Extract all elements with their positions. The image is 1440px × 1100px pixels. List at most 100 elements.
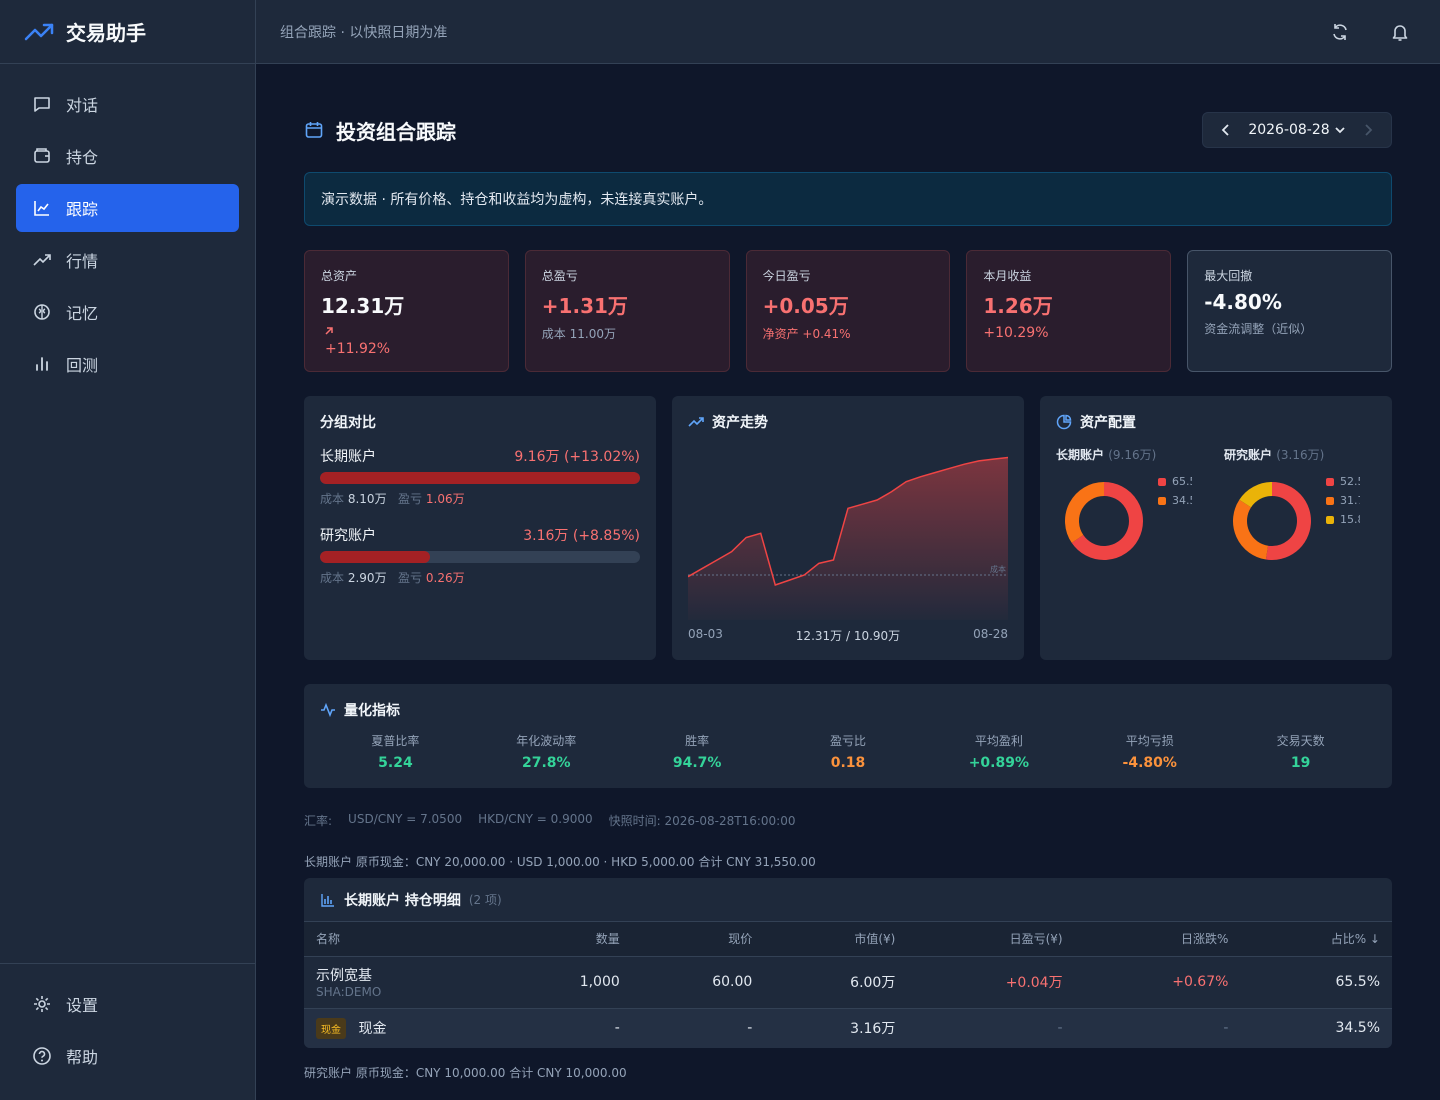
chart-footer: 08-03 12.31万 / 10.90万 08-28 xyxy=(688,627,1008,644)
refresh-icon[interactable] xyxy=(1330,22,1350,42)
column-header[interactable]: 现价 xyxy=(631,922,765,957)
nav-label: 跟踪 xyxy=(66,200,99,219)
date-select[interactable]: 2026-08-28 xyxy=(1248,122,1345,138)
bar-chart-icon xyxy=(36,357,48,371)
holding-day-pnl: +0.04万 xyxy=(907,956,1075,1009)
donut-slice[interactable] xyxy=(1233,499,1269,560)
metric-label: 夏普比率 xyxy=(371,734,420,748)
group-value: 3.16万 (+8.85%) xyxy=(523,528,640,544)
fx-rates: 汇率: USD/CNY = 7.0500 HKD/CNY = 0.9000 快照… xyxy=(304,812,1392,829)
panel-title: 资产配置 xyxy=(1056,412,1376,432)
holdings-header: 长期账户 持仓明细 (2 项) xyxy=(304,878,1392,922)
arrow-up-right-icon xyxy=(325,327,333,335)
group-name: 长期账户 xyxy=(320,449,376,465)
legend-item: 52.5% xyxy=(1326,475,1360,488)
panel-row: 分组对比 长期账户 9.16万 (+13.02%) 成本 8.10万 盈亏 1.… xyxy=(304,396,1392,660)
nav-item-tracking[interactable]: 跟踪 xyxy=(16,184,239,232)
metric-label: 年化波动率 xyxy=(516,734,577,748)
nav-item-memory[interactable]: 记忆 xyxy=(16,288,239,336)
metric-item: 平均盈利 +0.89% xyxy=(923,732,1074,771)
donut-slice[interactable] xyxy=(1065,482,1105,543)
holding-day-pct: +0.67% xyxy=(1074,956,1241,1009)
holdings-table: 名称 数量 现价 市值(¥) 日盈亏(¥) 日涨跌% 占比% ↓ 示例宽基 SH… xyxy=(304,922,1392,1048)
metric-label: 盈亏比 xyxy=(830,734,867,748)
panel-title-text: 资产走势 xyxy=(712,415,768,431)
holding-value: 3.16万 xyxy=(764,1008,908,1048)
chevron-left-icon[interactable] xyxy=(1219,123,1233,137)
metric-value: 5.24 xyxy=(378,755,413,771)
panel-title-text: 量化指标 xyxy=(344,703,400,719)
metric-item: 平均亏损 -4.80% xyxy=(1074,732,1225,771)
metric-value: 27.8% xyxy=(522,755,571,771)
nav-item-help[interactable]: 帮助 xyxy=(16,1032,239,1080)
stat-change: +11.92% xyxy=(321,325,492,357)
column-header[interactable]: 日盈亏(¥) xyxy=(907,922,1075,957)
legend-swatch xyxy=(1326,478,1334,486)
line-chart-icon xyxy=(34,201,49,216)
trending-up-icon xyxy=(33,254,51,266)
account-name: 研究账户 xyxy=(1224,448,1273,462)
metric-value: -4.80% xyxy=(1122,755,1177,771)
column-header[interactable]: 市值(¥) xyxy=(764,922,908,957)
fx-hkd: HKD/CNY = 0.9000 xyxy=(478,812,593,826)
table-row[interactable]: 示例宽基 SHA:DEMO 1,000 60.00 6.00万 +0.04万 +… xyxy=(304,956,1392,1009)
donut-slice[interactable] xyxy=(1265,482,1311,560)
cost-value: 2.90万 xyxy=(347,571,387,585)
stat-label: 总盈亏 xyxy=(541,269,578,283)
stat-value: 12.31万 xyxy=(321,294,405,318)
bell-icon[interactable] xyxy=(1390,22,1410,42)
holding-code: SHA:DEMO xyxy=(316,985,382,999)
column-header[interactable]: 名称 xyxy=(304,922,500,957)
cost-value: 8.10万 xyxy=(347,492,387,506)
stat-value: -4.80% xyxy=(1204,290,1282,314)
metric-value: +0.89% xyxy=(968,755,1030,771)
pnl-label: 盈亏 xyxy=(398,571,423,585)
stat-value: +0.05万 xyxy=(762,294,849,318)
holding-name-cell: 现金 现金 xyxy=(304,1008,500,1048)
nav-item-holdings[interactable]: 持仓 xyxy=(16,132,239,180)
bar-chart-icon xyxy=(321,893,334,907)
holding-day-pct: - xyxy=(1074,1008,1241,1048)
nav-item-chat[interactable]: 对话 xyxy=(16,80,239,128)
stat-total-pnl: 总盈亏 +1.31万 成本 11.00万 xyxy=(524,250,730,372)
page-title-text: 投资组合跟踪 xyxy=(336,119,456,144)
stat-label: 最大回撤 xyxy=(1204,269,1253,283)
table-row[interactable]: 现金 现金 - - 3.16万 - - 34.5% xyxy=(304,1008,1392,1048)
metric-value: 0.18 xyxy=(830,755,866,771)
help-icon xyxy=(33,1047,51,1065)
stat-total-assets: 总资产 12.31万 +11.92% xyxy=(304,250,509,372)
column-header[interactable]: 数量 xyxy=(499,922,632,957)
research-cash-summary: 研究账户 原币现金：CNY 10,000.00 合计 CNY 10,000.00 xyxy=(304,1066,627,1080)
stat-label: 今日盈亏 xyxy=(762,269,811,283)
donut-slice[interactable] xyxy=(1239,482,1273,508)
legend-item: 65.5% xyxy=(1158,475,1192,488)
allocation-donut xyxy=(1065,482,1143,560)
nav-label: 持仓 xyxy=(66,148,99,167)
topbar-actions xyxy=(1330,22,1416,42)
trending-up-icon xyxy=(688,417,704,427)
chart-end-label: 08-28 xyxy=(973,627,1008,641)
nav-item-backtest[interactable]: 回测 xyxy=(16,340,239,388)
allocation-account: 长期账户 (9.16万) 65.5% 34.5% xyxy=(1056,446,1208,569)
nav-label: 对话 xyxy=(66,96,99,115)
allocation-legend: 52.5% 31.7% 15.8% xyxy=(1326,473,1360,569)
nav-item-settings[interactable]: 设置 xyxy=(16,980,239,1028)
nav-item-market[interactable]: 行情 xyxy=(16,236,239,284)
allocation-donut xyxy=(1233,482,1311,560)
holding-name: 现金 xyxy=(358,1020,387,1037)
column-header[interactable]: 日涨跌% xyxy=(1074,922,1241,957)
group-bar-track xyxy=(320,551,640,563)
allocation-account: 研究账户 (3.16万) 52.5% 31.7% 15.8% xyxy=(1224,446,1376,569)
activity-icon xyxy=(321,702,335,718)
holdings-title: 长期账户 持仓明细 xyxy=(344,892,461,909)
group-name: 研究账户 xyxy=(320,528,376,544)
legend-swatch xyxy=(1158,497,1166,505)
stat-change-value: +11.92% xyxy=(325,341,391,357)
group-bar-fill xyxy=(320,472,640,484)
column-header[interactable]: 占比% ↓ xyxy=(1240,922,1392,957)
metric-item: 夏普比率 5.24 xyxy=(320,732,471,771)
metric-item: 盈亏比 0.18 xyxy=(773,732,924,771)
asset-trend-panel: 资产走势 成本 08-03 12.31万 / 10.90万 08-28 xyxy=(672,396,1024,660)
chevron-right-icon[interactable] xyxy=(1361,123,1375,137)
asset-trend-chart: 成本 xyxy=(688,456,1008,620)
